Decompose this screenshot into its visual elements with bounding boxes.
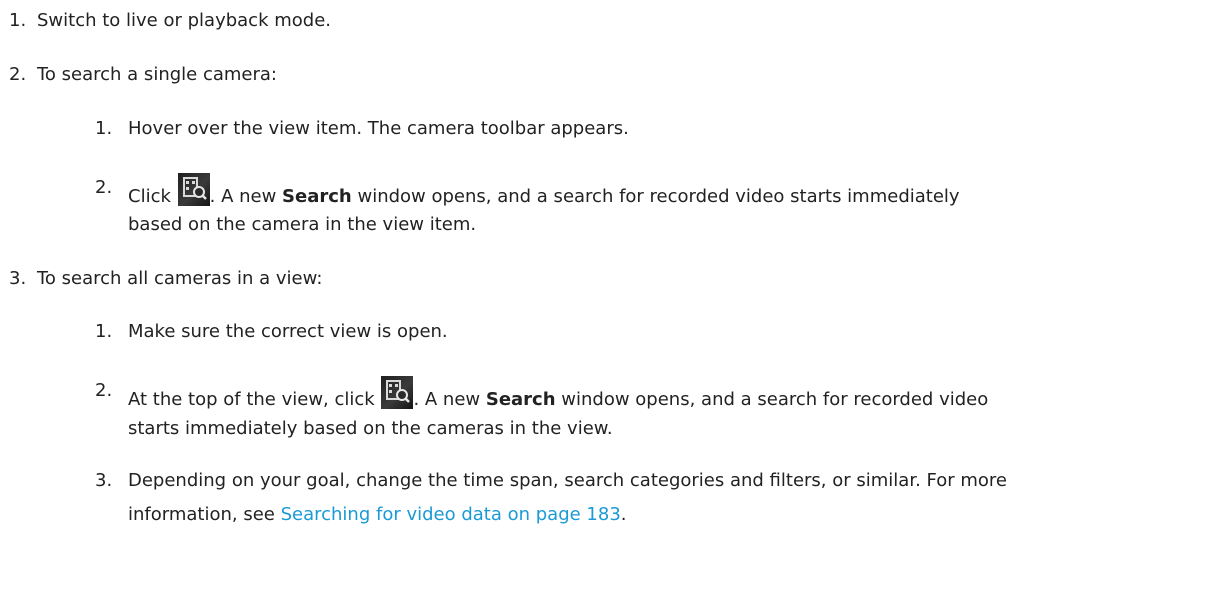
search-video-icon xyxy=(177,173,210,206)
substep-text-line2-after: . xyxy=(620,504,627,525)
substep-text: Click . A new Search window opens, and a… xyxy=(128,173,960,212)
substep-text-before: Click xyxy=(128,186,171,207)
substep-number: 1. xyxy=(95,321,113,342)
substep-text: At the top of the view, click . A new Se… xyxy=(128,376,988,415)
substep-text-after: window opens, and a search for recorded … xyxy=(561,389,989,410)
substep-text-line2: based on the camera in the view item. xyxy=(128,214,477,235)
step-number: 1. xyxy=(9,10,27,31)
substep-text: Depending on your goal, change the time … xyxy=(128,470,1007,491)
step-number: 3. xyxy=(9,268,27,289)
substep-number: 3. xyxy=(95,470,113,491)
substep-text: Hover over the view item. The camera too… xyxy=(128,118,629,139)
step-text: To search a single camera: xyxy=(37,64,277,85)
substep-text-line2: information, see Searching for video dat… xyxy=(128,500,627,530)
search-window-name: Search xyxy=(485,389,556,410)
substep-text-line2: starts immediately based on the cameras … xyxy=(128,418,613,439)
substep-number: 2. xyxy=(95,380,113,401)
substep-number: 2. xyxy=(95,177,113,198)
searching-for-video-data-link[interactable]: Searching for video data on page 183 xyxy=(281,504,621,525)
search-window-name: Search xyxy=(282,186,352,207)
substep-text-after: window opens, and a search for recorded … xyxy=(357,186,960,207)
substep-text-mid: . A new xyxy=(209,186,277,207)
step-number: 2. xyxy=(9,64,27,85)
step-text: To search all cameras in a view: xyxy=(37,268,323,289)
substep-text-before: At the top of the view, click xyxy=(128,389,375,410)
step-text: Switch to live or playback mode. xyxy=(37,10,331,31)
substep-number: 1. xyxy=(95,118,113,139)
substep-text-line2-before: information, see xyxy=(128,504,275,525)
search-video-icon xyxy=(381,376,414,409)
substep-text-mid: . A new xyxy=(413,389,481,410)
substep-text: Make sure the correct view is open. xyxy=(128,321,448,342)
